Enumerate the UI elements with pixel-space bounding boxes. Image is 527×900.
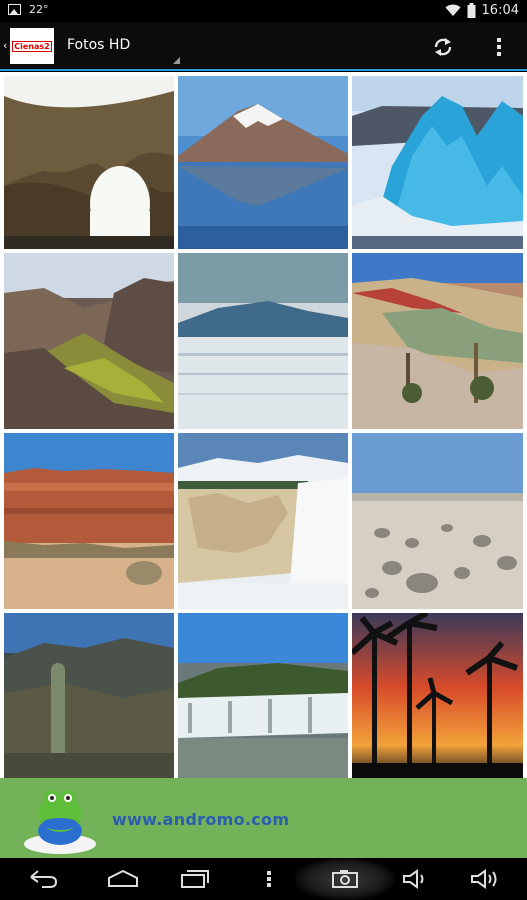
up-chevron-icon[interactable]: ‹ <box>3 39 7 52</box>
photo-tile[interactable] <box>352 433 523 609</box>
photo-tile[interactable] <box>4 613 174 778</box>
battery-icon <box>467 3 476 18</box>
action-bar: ‹ Cienas2 Fotos HD <box>0 22 527 71</box>
page-title[interactable]: Fotos HD <box>67 37 130 53</box>
overflow-dot <box>497 45 501 49</box>
refresh-icon <box>434 38 452 56</box>
clock: 16:04 <box>481 3 519 18</box>
photo-canyon <box>4 253 174 429</box>
photo-tile[interactable] <box>4 76 174 249</box>
wifi-icon <box>445 4 461 16</box>
photo-tile[interactable] <box>4 433 174 609</box>
home-icon <box>108 870 138 887</box>
photo-waterfall <box>178 433 348 609</box>
photo-tile[interactable] <box>178 253 348 429</box>
image-notification-icon <box>8 4 21 15</box>
photo-tile[interactable] <box>352 253 523 429</box>
app-icon-label: Cienas2 <box>12 40 52 52</box>
volume-up-icon <box>471 869 497 889</box>
photo-palm-sunset <box>352 613 523 778</box>
overflow-menu-button[interactable] <box>487 32 511 62</box>
photo-tile[interactable] <box>4 253 174 429</box>
screenshot-button[interactable] <box>330 864 360 894</box>
menu-dots-icon <box>267 871 271 887</box>
photo-tile[interactable] <box>352 613 523 778</box>
photo-mountain-cactus <box>4 613 174 778</box>
photo-stone-field <box>352 433 523 609</box>
app-icon[interactable]: Cienas2 <box>10 28 54 64</box>
recent-apps-button[interactable] <box>178 864 212 894</box>
volume-down-button[interactable] <box>400 864 430 894</box>
photo-tile[interactable] <box>352 76 523 249</box>
temperature-text: 22° <box>29 3 49 16</box>
photo-red-cliffs <box>4 433 174 609</box>
andromo-mascot-icon <box>24 790 96 854</box>
photo-tile[interactable] <box>178 76 348 249</box>
status-bar: 22° 16:04 <box>0 0 527 22</box>
volume-up-button[interactable] <box>468 864 502 894</box>
ad-url-text[interactable]: www.andromo.com <box>112 810 289 829</box>
home-button[interactable] <box>105 864 141 894</box>
photo-volcano-lake <box>178 76 348 249</box>
photo-grid <box>0 72 527 778</box>
photo-glacier <box>352 76 523 249</box>
back-button[interactable] <box>26 864 60 894</box>
photo-tile[interactable] <box>178 433 348 609</box>
photo-misty-lake <box>178 253 348 429</box>
photo-tile[interactable] <box>178 613 348 778</box>
menu-button[interactable] <box>262 864 276 894</box>
photo-colored-hills <box>352 253 523 429</box>
photo-waterfalls <box>178 613 348 778</box>
refresh-button[interactable] <box>428 32 458 62</box>
spinner-indicator-icon <box>173 57 180 64</box>
overflow-dot <box>497 52 501 56</box>
navigation-bar <box>0 858 527 900</box>
screenshot-icon <box>332 870 358 888</box>
photo-sea-cave <box>4 76 174 249</box>
app-screen: 22° 16:04 ‹ Cienas2 Fotos HD www.andromo… <box>0 0 527 900</box>
back-icon <box>30 870 58 888</box>
ad-banner[interactable]: www.andromo.com <box>0 778 527 858</box>
volume-down-icon <box>403 869 424 889</box>
overflow-dot <box>497 38 501 42</box>
recent-apps-icon <box>181 870 209 888</box>
